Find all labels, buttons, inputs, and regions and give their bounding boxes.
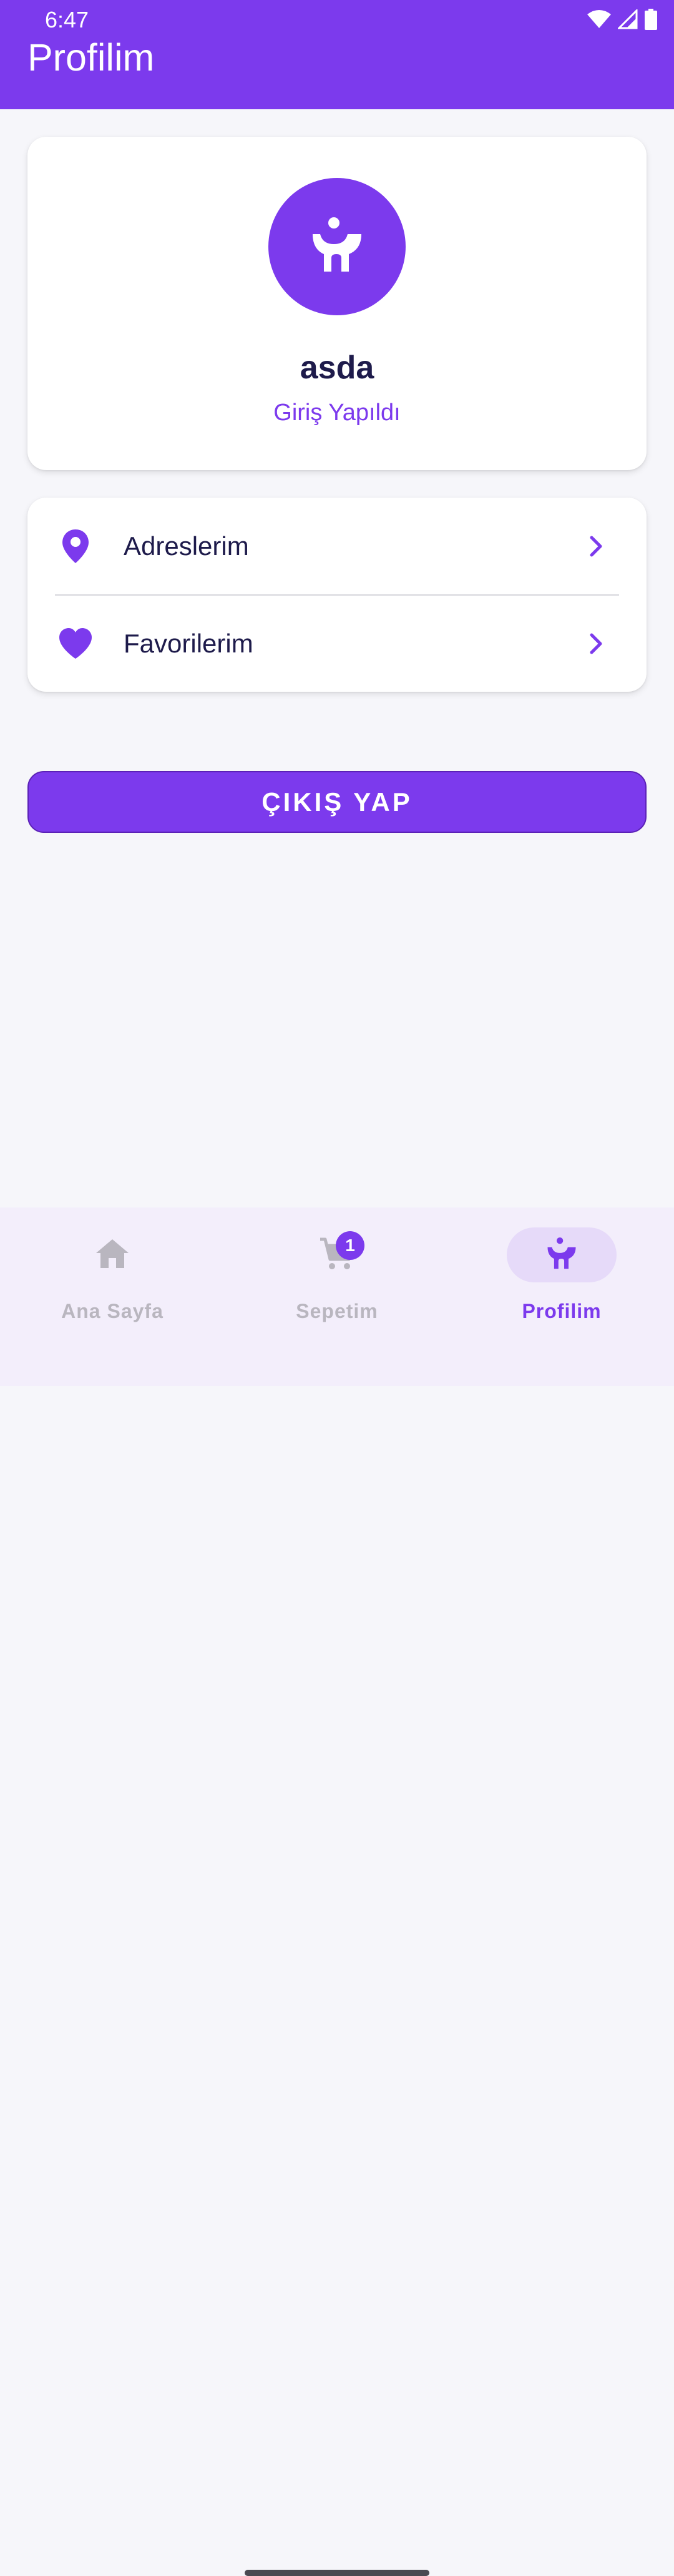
logout-button[interactable]: ÇIKIŞ YAP xyxy=(27,771,647,833)
nav-item-cart[interactable]: 1 Sepetim xyxy=(225,1207,449,1345)
cart-badge: 1 xyxy=(336,1231,364,1260)
signal-icon xyxy=(618,9,638,29)
chevron-right-icon xyxy=(584,534,609,559)
profile-person-icon xyxy=(545,1236,578,1274)
heart-icon xyxy=(57,626,94,662)
wifi-icon xyxy=(587,9,612,29)
chevron-right-icon xyxy=(584,631,609,656)
bottom-nav: Ana Sayfa 1 Sepetim Profilim xyxy=(0,1207,674,2576)
nav-item-profile[interactable]: Profilim xyxy=(449,1207,674,1345)
nav-pill xyxy=(57,1227,167,1282)
user-name: asda xyxy=(300,350,374,386)
login-status: Giriş Yapıldı xyxy=(273,400,401,426)
nav-label: Sepetim xyxy=(296,1300,378,1322)
status-icons xyxy=(587,9,658,30)
menu-item-label: Adreslerim xyxy=(124,531,249,561)
nav-pill-active xyxy=(507,1227,617,1282)
profile-person-icon xyxy=(309,215,365,278)
nav-item-home[interactable]: Ana Sayfa xyxy=(0,1207,225,1345)
nav-label: Ana Sayfa xyxy=(61,1300,164,1322)
nav-pill xyxy=(282,1227,392,1282)
battery-icon xyxy=(644,9,658,30)
page-title: Profilim xyxy=(27,36,155,79)
status-time: 6:47 xyxy=(45,7,89,32)
menu-card: Adreslerim Favorilerim xyxy=(27,498,647,692)
menu-item-label: Favorilerim xyxy=(124,628,253,658)
home-indicator[interactable] xyxy=(245,2570,429,2576)
menu-item-favorites[interactable]: Favorilerim xyxy=(27,595,647,692)
location-pin-icon xyxy=(57,528,94,564)
menu-item-addresses[interactable]: Adreslerim xyxy=(27,498,647,594)
nav-label: Profilim xyxy=(522,1300,602,1322)
profile-card: asda Giriş Yapıldı xyxy=(27,137,647,470)
home-icon xyxy=(95,1238,130,1272)
app-bar: 6:47 Profilim xyxy=(0,0,674,109)
avatar xyxy=(268,178,406,315)
